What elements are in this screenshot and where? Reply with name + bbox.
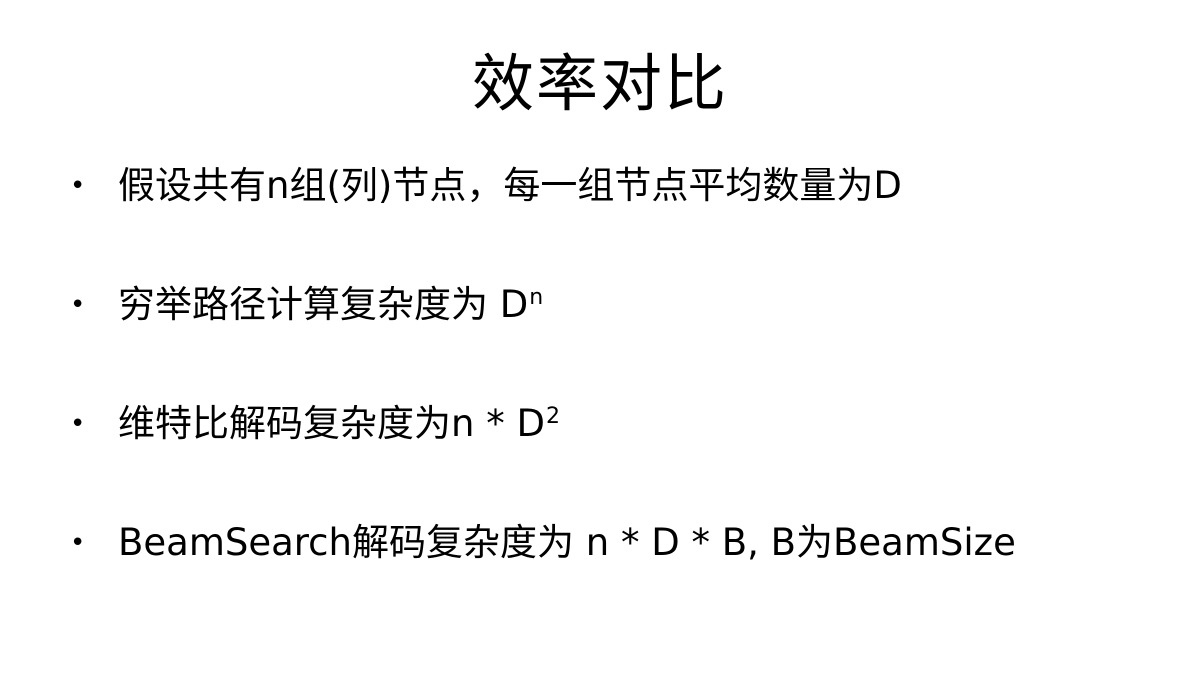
bullet-text: BeamSearch解码复杂度为 n * D * B, B为BeamSize xyxy=(118,507,1016,579)
slide: 效率对比 • 假设共有n组(列)节点，每一组节点平均数量为D • 穷举路径计算复… xyxy=(0,0,1200,675)
bullet-superscript: n xyxy=(529,284,544,310)
bullet-item: • BeamSearch解码复杂度为 n * D * B, B为BeamSize xyxy=(70,507,1170,579)
bullet-dot-icon: • xyxy=(70,409,86,439)
bullet-text-main: 维特比解码复杂度为n * D xyxy=(118,402,545,445)
bullet-dot-icon: • xyxy=(70,528,86,558)
bullet-text-main: 穷举路径计算复杂度为 D xyxy=(118,283,529,326)
bullet-dot-icon: • xyxy=(70,290,86,320)
bullet-text-main: 假设共有n组(列)节点，每一组节点平均数量为D xyxy=(118,164,902,207)
bullet-superscript: 2 xyxy=(545,403,560,429)
bullet-text-main: BeamSearch解码复杂度为 n * D * B, B为BeamSize xyxy=(118,521,1016,564)
bullet-dot-icon: • xyxy=(70,171,86,201)
bullet-text: 假设共有n组(列)节点，每一组节点平均数量为D xyxy=(118,150,902,222)
slide-title: 效率对比 xyxy=(471,47,728,120)
bullet-item: • 维特比解码复杂度为n * D2 xyxy=(70,388,1170,460)
bullet-text: 维特比解码复杂度为n * D2 xyxy=(118,388,560,460)
bullet-list: • 假设共有n组(列)节点，每一组节点平均数量为D • 穷举路径计算复杂度为 D… xyxy=(70,150,1170,626)
bullet-item: • 假设共有n组(列)节点，每一组节点平均数量为D xyxy=(70,150,1170,222)
bullet-text: 穷举路径计算复杂度为 Dn xyxy=(118,269,543,341)
bullet-item: • 穷举路径计算复杂度为 Dn xyxy=(70,269,1170,341)
